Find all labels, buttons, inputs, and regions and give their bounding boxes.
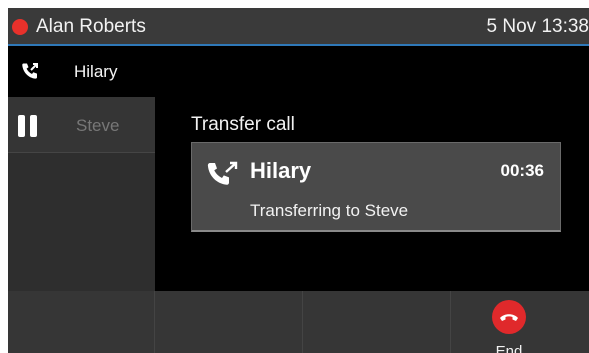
account-name: Alan Roberts — [36, 16, 146, 37]
held-calls-panel: Steve — [8, 97, 155, 299]
transfer-call-card[interactable]: Hilary 00:36 Transferring to Steve — [191, 142, 561, 232]
call-transfer-icon — [22, 63, 38, 79]
end-call-icon — [492, 300, 526, 334]
end-call-button[interactable]: End — [451, 291, 589, 353]
active-call-row[interactable]: Hilary — [8, 46, 589, 97]
held-call-label: Steve — [76, 116, 120, 135]
held-call-item[interactable]: Steve — [8, 97, 155, 153]
caller-name: Hilary — [250, 158, 312, 183]
transfer-status: Transferring to Steve — [250, 201, 409, 220]
page-title: Transfer call — [191, 114, 295, 135]
active-call-label: Hilary — [74, 62, 118, 81]
presence-indicator-icon — [12, 19, 28, 35]
date-time: 5 Nov 13:38 — [486, 16, 589, 37]
softkey-bar: End — [8, 291, 589, 353]
call-timer: 00:36 — [500, 161, 544, 180]
softkey-3[interactable] — [303, 291, 451, 353]
status-bar: Alan Roberts 5 Nov 13:38 — [8, 8, 589, 46]
phone-screen: Alan Roberts 5 Nov 13:38 Hilary Steve Tr… — [8, 8, 589, 353]
softkey-1[interactable] — [8, 291, 155, 353]
end-call-label: End — [495, 343, 523, 353]
pause-icon — [18, 115, 38, 137]
softkey-2[interactable] — [155, 291, 303, 353]
call-transfer-icon — [207, 161, 238, 185]
